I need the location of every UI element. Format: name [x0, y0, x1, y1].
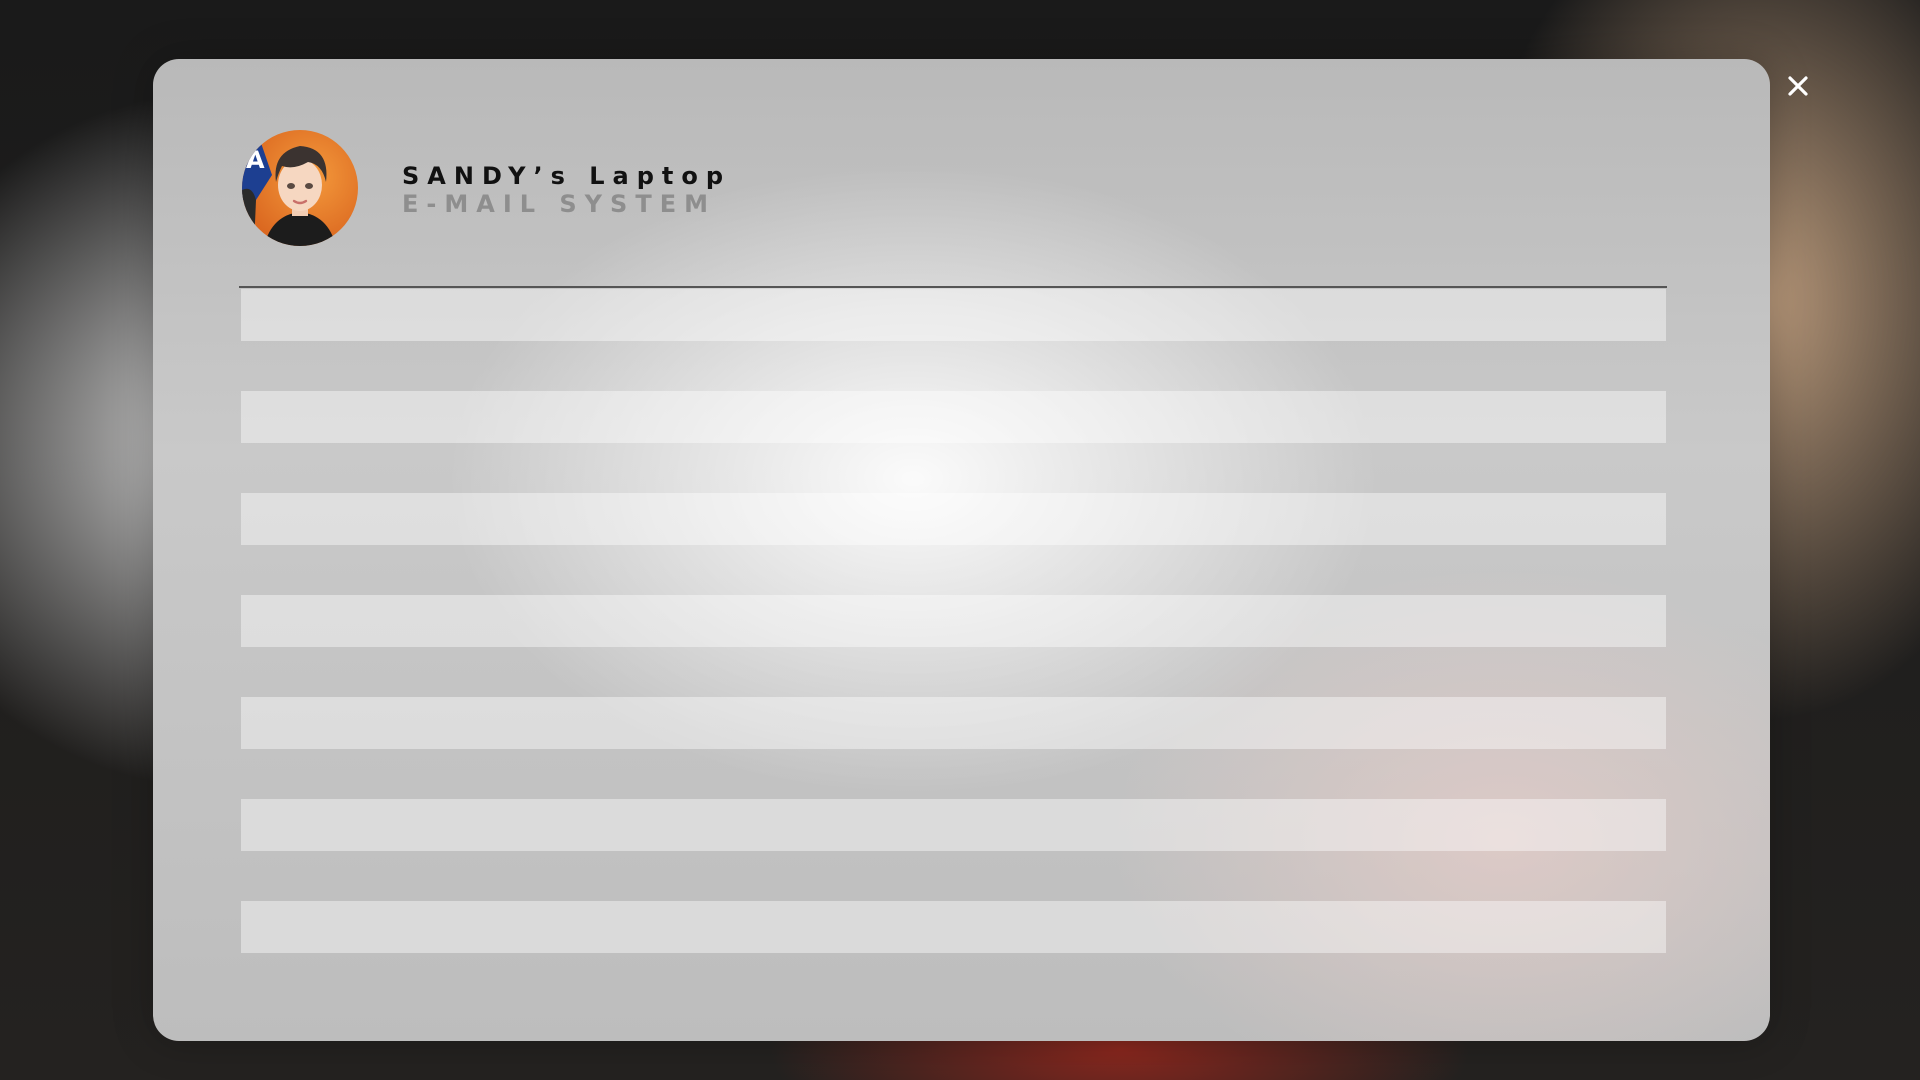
header-title-block: SANDY’s Laptop E-MAIL SYSTEM	[402, 162, 731, 218]
header-divider	[239, 286, 1667, 288]
email-row[interactable]	[241, 799, 1666, 851]
email-row[interactable]	[241, 391, 1666, 443]
close-icon	[1788, 76, 1808, 96]
email-system-subtitle: E-MAIL SYSTEM	[402, 190, 716, 218]
avatar: A	[242, 130, 358, 246]
email-row[interactable]	[241, 493, 1666, 545]
email-row[interactable]	[241, 901, 1666, 953]
email-row[interactable]	[241, 697, 1666, 749]
email-list	[241, 289, 1666, 1003]
email-row[interactable]	[241, 289, 1666, 341]
user-avatar-icon: A	[242, 130, 358, 246]
email-row[interactable]	[241, 595, 1666, 647]
close-button[interactable]	[1780, 68, 1816, 104]
laptop-title: SANDY’s Laptop	[402, 162, 732, 190]
